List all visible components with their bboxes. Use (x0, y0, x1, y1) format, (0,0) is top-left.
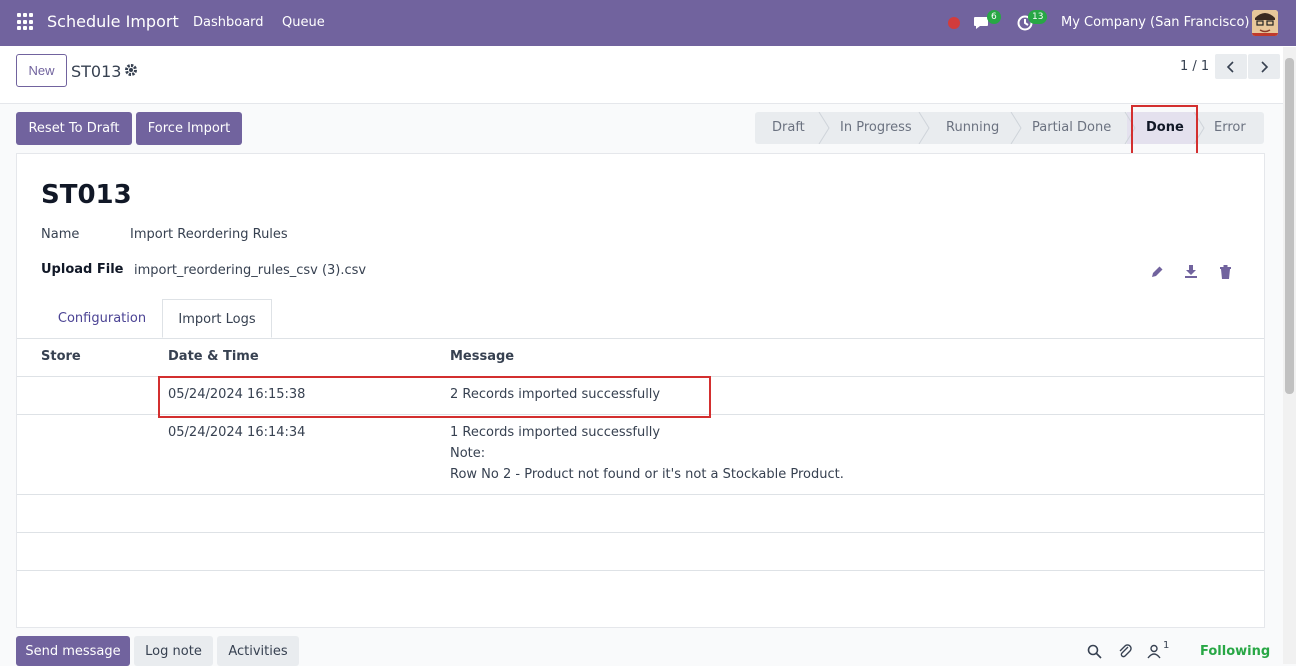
status-separator (818, 112, 830, 144)
user-avatar[interactable] (1252, 10, 1278, 36)
cell-message-note: Note: (450, 446, 486, 461)
column-header-datetime[interactable]: Date & Time (168, 349, 259, 364)
upload-file-label: Upload File (41, 262, 124, 277)
tab-divider (17, 338, 1264, 339)
row-divider (17, 494, 1264, 495)
following-status[interactable]: Following (1200, 644, 1270, 659)
status-separator (1010, 112, 1022, 144)
tab-import-logs[interactable]: Import Logs (162, 299, 272, 338)
activities-button[interactable]: Activities (217, 636, 299, 666)
recording-indicator-icon[interactable] (948, 17, 960, 29)
gear-icon[interactable] (124, 63, 138, 77)
status-separator (918, 112, 930, 144)
highlight-box-done (1131, 105, 1198, 156)
apps-menu-icon[interactable] (17, 13, 35, 31)
chevron-right-icon (1261, 60, 1269, 73)
status-error[interactable]: Error (1214, 120, 1246, 135)
control-panel: New ST013 1 / 1 (0, 46, 1296, 104)
top-navbar: Schedule Import Dashboard Queue 6 13 My … (0, 0, 1296, 46)
reset-to-draft-button[interactable]: Reset To Draft (16, 112, 132, 145)
cell-message: 1 Records imported successfully (450, 425, 661, 440)
new-button[interactable]: New (16, 54, 67, 87)
scrollbar-thumb[interactable] (1285, 58, 1294, 394)
edit-pencil-icon[interactable] (1150, 265, 1164, 279)
followers-count: 1 (1163, 640, 1170, 651)
chevron-left-icon (1226, 60, 1234, 73)
download-icon[interactable] (1184, 264, 1198, 278)
status-partial-done[interactable]: Partial Done (1032, 120, 1111, 135)
cell-datetime: 05/24/2024 16:14:34 (168, 425, 306, 440)
pager-value[interactable]: 1 / 1 (1180, 59, 1209, 74)
pager-previous-button[interactable] (1215, 54, 1247, 79)
tab-configuration[interactable]: Configuration (42, 299, 162, 338)
trash-icon[interactable] (1219, 265, 1232, 279)
send-message-button[interactable]: Send message (16, 636, 130, 666)
row-divider (17, 570, 1264, 571)
paperclip-icon[interactable] (1118, 643, 1132, 659)
highlight-box-row (158, 376, 711, 418)
column-header-store[interactable]: Store (41, 349, 81, 364)
activities-badge: 13 (1028, 10, 1048, 24)
force-import-button[interactable]: Force Import (136, 112, 242, 145)
nav-dashboard[interactable]: Dashboard (193, 15, 264, 30)
app-name[interactable]: Schedule Import (47, 12, 179, 31)
pager-next-button[interactable] (1248, 54, 1280, 79)
log-note-button[interactable]: Log note (134, 636, 213, 666)
status-in-progress[interactable]: In Progress (840, 120, 912, 135)
page-title: ST013 (41, 180, 132, 210)
company-switcher[interactable]: My Company (San Francisco) (1061, 15, 1249, 30)
status-running[interactable]: Running (946, 120, 999, 135)
nav-queue[interactable]: Queue (282, 15, 325, 30)
name-field[interactable]: Import Reordering Rules (130, 227, 288, 242)
messages-badge: 6 (987, 10, 1001, 24)
followers-user-icon[interactable] (1147, 644, 1161, 659)
breadcrumb-record: ST013 (71, 62, 122, 81)
name-label: Name (41, 227, 80, 242)
search-icon[interactable] (1087, 644, 1102, 659)
status-draft[interactable]: Draft (772, 120, 805, 135)
upload-file-name: import_reordering_rules_csv (3).csv (134, 263, 367, 278)
column-header-message[interactable]: Message (450, 349, 514, 364)
cell-message-detail: Row No 2 - Product not found or it's not… (450, 467, 844, 482)
row-divider (17, 532, 1264, 533)
